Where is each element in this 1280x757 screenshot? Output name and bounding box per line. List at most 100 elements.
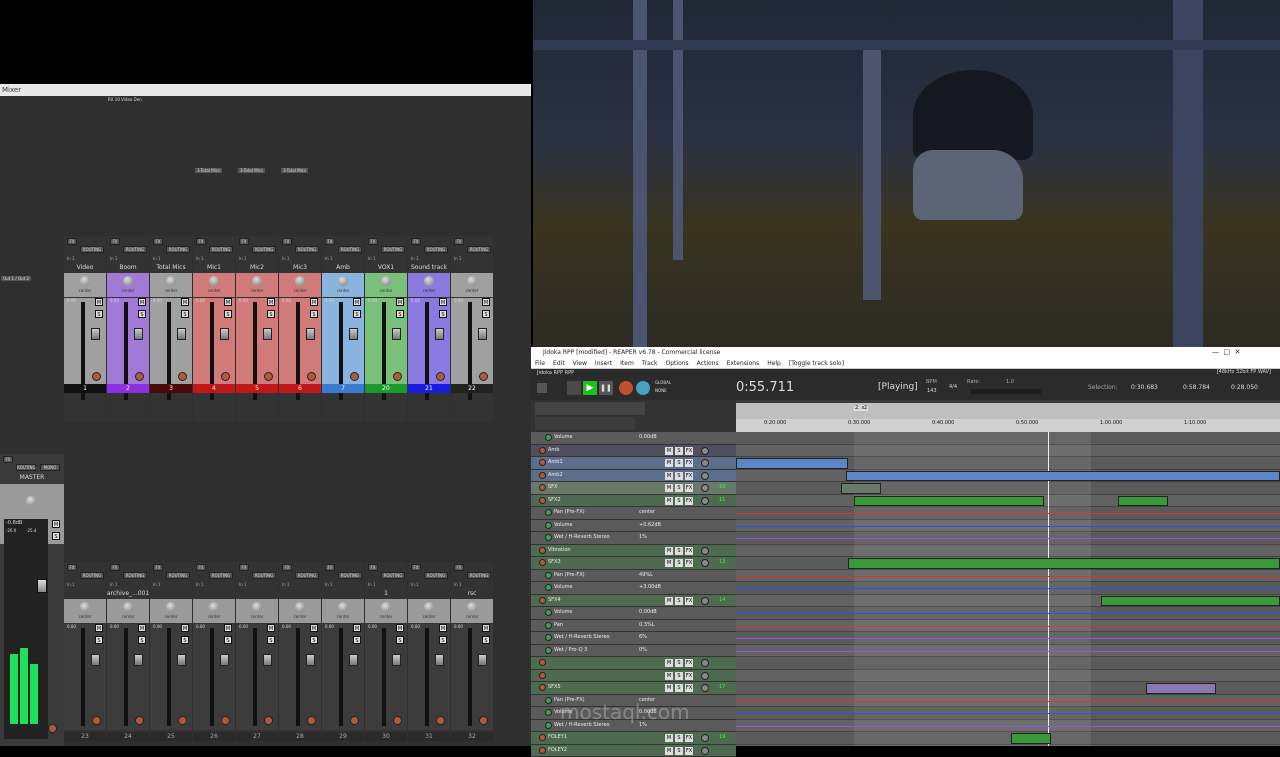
mute-button[interactable]: M (95, 624, 103, 632)
track-row[interactable]: Wet / Pro-Q 30% (531, 645, 736, 658)
routing-button[interactable]: ROUTING (80, 246, 104, 253)
menu-item[interactable]: Help (767, 360, 781, 367)
fader-knob[interactable] (349, 654, 358, 666)
pan-knob[interactable] (295, 602, 305, 612)
fader-knob[interactable] (177, 654, 186, 666)
fx-button[interactable]: FX (67, 564, 77, 571)
envelope-icon[interactable] (545, 634, 552, 641)
fx-button[interactable]: FX (153, 564, 163, 571)
media-item[interactable] (841, 483, 881, 494)
record-arm-icon[interactable] (92, 372, 101, 381)
pan-knob[interactable] (209, 602, 219, 612)
solo-button[interactable]: S (482, 636, 490, 644)
volume-knob[interactable] (701, 472, 709, 480)
pan-knob[interactable] (295, 276, 305, 286)
routing-button[interactable]: ROUTING (381, 572, 405, 579)
mute-button[interactable]: M (353, 624, 361, 632)
toolbar-row[interactable] (535, 417, 635, 430)
fader-knob[interactable] (435, 654, 444, 666)
pan-knob[interactable] (166, 276, 176, 286)
pan-knob[interactable] (338, 276, 348, 286)
mute-button[interactable]: M (439, 624, 447, 632)
record-arm-icon[interactable] (539, 597, 546, 604)
mute-button[interactable]: M (95, 298, 103, 306)
solo-button[interactable]: S (396, 310, 404, 318)
volume-knob[interactable] (701, 734, 709, 742)
volume-knob[interactable] (701, 559, 709, 567)
record-arm-icon[interactable] (436, 716, 445, 725)
mute-button[interactable]: M (665, 459, 673, 467)
solo-button[interactable]: S (675, 597, 683, 605)
fader-knob[interactable] (177, 328, 186, 340)
track-row[interactable]: Amb1MSFX (531, 457, 736, 470)
track-row[interactable]: SFX2MSFX11 (531, 495, 736, 508)
solo-button[interactable]: S (675, 734, 683, 742)
solo-button[interactable]: S (353, 310, 361, 318)
window-controls[interactable]: — □ ✕ (1212, 348, 1272, 357)
solo-button[interactable]: S (439, 636, 447, 644)
media-item[interactable] (1146, 683, 1216, 694)
track-row[interactable]: VibrationMSFX (531, 545, 736, 558)
pause-button[interactable]: ❚❚ (599, 381, 613, 395)
pan-knob[interactable] (209, 276, 219, 286)
routing-button[interactable]: ROUTING (166, 246, 190, 253)
mute-button[interactable]: M (138, 298, 146, 306)
record-arm-icon[interactable] (539, 747, 546, 754)
pan-knob[interactable] (252, 602, 262, 612)
menu-item[interactable]: [Toggle track solo] (789, 360, 844, 367)
timeline-ruler[interactable]: 2: s2 0:20.0000:30.0000:40.0000:50.0001:… (736, 403, 1280, 432)
mute-button[interactable]: M (396, 624, 404, 632)
fx-button[interactable]: FX (239, 564, 249, 571)
envelope-icon[interactable] (545, 609, 552, 616)
solo-button[interactable]: S (675, 559, 683, 567)
mute-button[interactable]: M (665, 659, 673, 667)
record-arm-icon[interactable] (393, 716, 402, 725)
mute-button[interactable]: M (267, 298, 275, 306)
media-item[interactable] (736, 458, 848, 469)
fx-button[interactable]: FX (282, 238, 292, 245)
mute-button[interactable]: M (353, 298, 361, 306)
mute-button[interactable]: M (439, 298, 447, 306)
fx-button[interactable]: FX (454, 564, 464, 571)
track-row[interactable]: Pan0.3%L (531, 620, 736, 633)
mono-button[interactable]: MONO (40, 464, 60, 471)
record-arm-icon[interactable] (92, 716, 101, 725)
pan-knob[interactable] (467, 602, 477, 612)
menu-item[interactable]: File (535, 360, 545, 367)
fx-button[interactable]: FX (196, 238, 206, 245)
routing-button[interactable]: ROUTING (16, 464, 36, 471)
pan-knob[interactable] (424, 276, 434, 286)
fx-button[interactable]: FX (3, 456, 13, 463)
mute-button[interactable]: M (665, 472, 673, 480)
fx-button[interactable]: FX (239, 238, 249, 245)
fader-knob[interactable] (220, 654, 229, 666)
volume-knob[interactable] (701, 659, 709, 667)
record-arm-icon[interactable] (479, 716, 488, 725)
menu-item[interactable]: Insert (595, 360, 612, 367)
mute-button[interactable]: M (267, 624, 275, 632)
track-row[interactable]: SFX5MSFX17 (531, 682, 736, 695)
solo-button[interactable]: S (95, 636, 103, 644)
routing-button[interactable]: ROUTING (209, 246, 233, 253)
fx-button[interactable]: FX (685, 672, 693, 680)
bpm-value[interactable]: 143 (927, 388, 937, 394)
volume-knob[interactable] (701, 497, 709, 505)
solo-button[interactable]: S (675, 447, 683, 455)
track-row[interactable]: Volume0.00dB (531, 432, 736, 445)
volume-knob[interactable] (701, 459, 709, 467)
mute-button[interactable]: M (665, 497, 673, 505)
mute-button[interactable]: M (665, 747, 673, 755)
fx-button[interactable]: FX (153, 238, 163, 245)
solo-button[interactable]: S (353, 636, 361, 644)
fader-knob[interactable] (349, 328, 358, 340)
master-pan-knob[interactable] (26, 496, 36, 506)
menu-item[interactable]: Item (620, 360, 634, 367)
fx-button[interactable]: FX (368, 564, 378, 571)
record-arm-icon[interactable] (539, 484, 546, 491)
pan-knob[interactable] (80, 276, 90, 286)
track-row[interactable]: SFX3MSFX13 (531, 557, 736, 570)
fader-knob[interactable] (478, 654, 487, 666)
fx-button[interactable]: FX (685, 459, 693, 467)
routing-button[interactable]: ROUTING (80, 572, 104, 579)
envelope-icon[interactable] (545, 647, 552, 654)
